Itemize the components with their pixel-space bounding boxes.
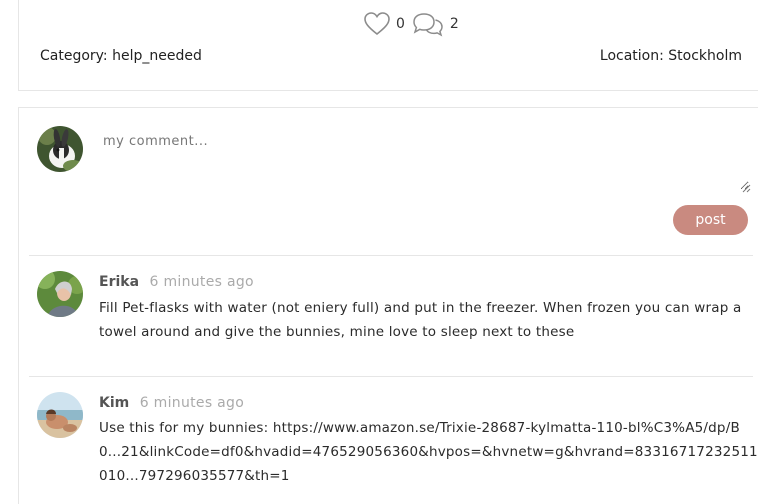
divider [29, 376, 753, 377]
post-comment-button[interactable]: post [673, 205, 748, 235]
divider [29, 255, 753, 256]
comment-author[interactable]: Kim [99, 395, 129, 411]
resize-handle-icon[interactable] [741, 178, 751, 193]
comment-avatar-erika [37, 271, 83, 317]
post-reactions: 0 2 [363, 10, 465, 38]
comment-header: Kim 6 minutes ago [99, 395, 244, 411]
comment-timestamp: 6 minutes ago [149, 274, 254, 290]
heart-icon[interactable] [363, 11, 391, 37]
comment-timestamp: 6 minutes ago [139, 395, 245, 411]
comment-body[interactable]: Use this for my bunnies: https://www.ama… [99, 416, 758, 490]
speech-bubbles-icon[interactable] [411, 11, 445, 37]
like-count: 0 [396, 16, 405, 32]
post-card: 0 2 Category: help_needed Location: Stoc… [18, 0, 758, 91]
comment-avatar-kim [37, 392, 83, 438]
post-location: Location: Stockholm [599, 48, 742, 64]
comment-author[interactable]: Erika [99, 274, 139, 290]
comment-count: 2 [449, 16, 459, 32]
comment-input[interactable] [97, 128, 749, 190]
comments-section: post Erika 6 minutes ago Fill Pet-flasks… [18, 107, 758, 504]
current-user-avatar [37, 126, 83, 172]
comment-body: Fill Pet-flasks with water (not eniery f… [99, 300, 742, 340]
post-category: Category: help_needed [40, 48, 202, 64]
comment-header: Erika 6 minutes ago [99, 274, 254, 290]
